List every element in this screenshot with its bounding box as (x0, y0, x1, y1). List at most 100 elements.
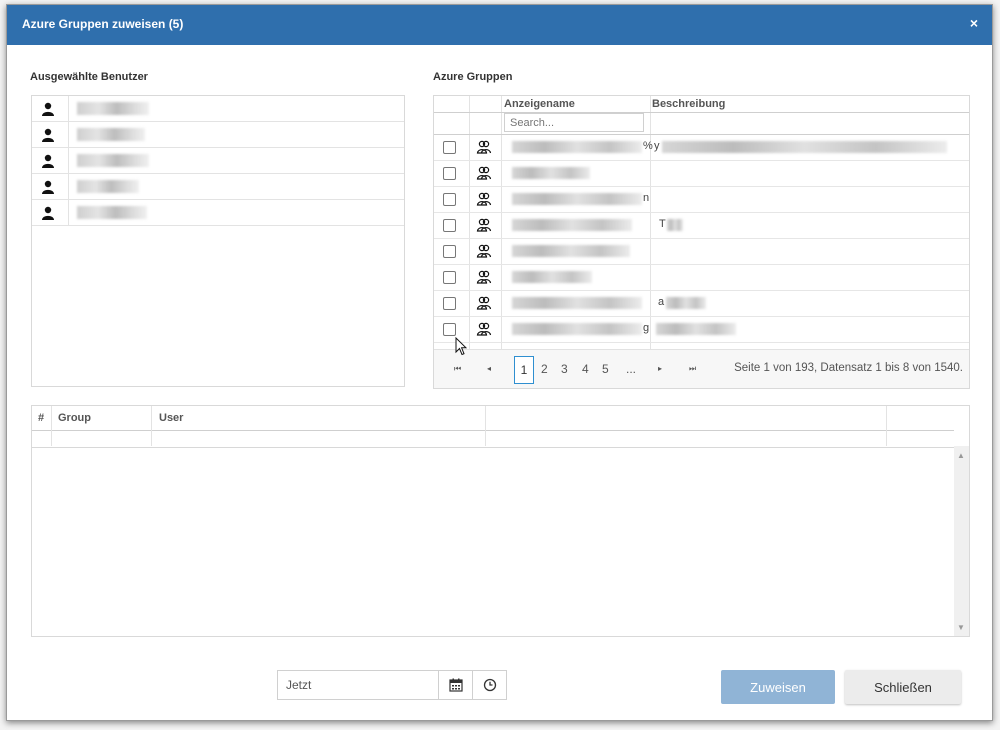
page-3-button[interactable]: 3 (561, 362, 568, 376)
list-item[interactable] (32, 148, 404, 174)
user-icon (42, 206, 54, 220)
table-row[interactable] (434, 161, 969, 187)
group-icon (476, 140, 492, 154)
previous-page-button[interactable]: ◂ (487, 364, 491, 373)
close-icon[interactable]: × (970, 15, 978, 31)
column-header-group[interactable]: Group (58, 412, 91, 424)
search-input[interactable] (504, 113, 644, 132)
group-icon (476, 218, 492, 232)
pager-info: Seite 1 von 193, Datensatz 1 bis 8 von 1… (734, 362, 963, 374)
table-row[interactable]: T (434, 213, 969, 239)
row-checkbox[interactable] (443, 323, 456, 336)
user-icon (42, 102, 54, 116)
group-icon (476, 244, 492, 258)
table-row[interactable] (434, 265, 969, 291)
group-icon (476, 296, 492, 310)
scroll-down-icon[interactable]: ▼ (957, 623, 965, 632)
table-row[interactable]: % y (434, 135, 969, 161)
group-description-redacted (667, 219, 683, 231)
row-checkbox[interactable] (443, 141, 456, 154)
description-fragment: a (658, 296, 665, 308)
list-item[interactable] (32, 122, 404, 148)
dialog-titlebar: Azure Gruppen zuweisen (5) × (7, 5, 992, 45)
grid-header: Anzeigename Beschreibung (434, 96, 969, 113)
user-name-redacted (77, 102, 149, 115)
group-icon (476, 270, 492, 284)
azure-groups-grid: Anzeigename Beschreibung % y n (433, 95, 970, 389)
grid-header: # Group User (32, 406, 954, 446)
row-checkbox[interactable] (443, 245, 456, 258)
user-name-redacted (77, 128, 145, 141)
pagination: ⏮ ◂ 1 2 3 4 5 ... ▸ ⏭ Seite 1 von 193, D… (434, 349, 969, 388)
group-icon (476, 166, 492, 180)
description-fragment: T (659, 218, 666, 230)
page-1-button[interactable]: 1 (514, 356, 534, 384)
filter-row (434, 112, 969, 135)
page-5-button[interactable]: 5 (602, 362, 609, 376)
selected-users-label: Ausgewählte Benutzer (30, 71, 148, 83)
group-description-redacted (666, 297, 706, 309)
group-description-redacted (656, 323, 736, 335)
user-icon (42, 154, 54, 168)
scroll-up-icon[interactable]: ▲ (957, 451, 965, 460)
name-fragment: g (643, 322, 650, 334)
azure-groups-label: Azure Gruppen (433, 71, 513, 83)
row-checkbox[interactable] (443, 271, 456, 284)
assignment-grid: # Group User ▲ ▼ (31, 405, 970, 637)
clock-icon (483, 678, 497, 692)
next-page-button[interactable]: ▸ (658, 364, 662, 373)
last-page-button[interactable]: ⏭ (689, 364, 696, 374)
user-icon (42, 128, 54, 142)
row-checkbox[interactable] (443, 193, 456, 206)
list-item[interactable] (32, 200, 404, 226)
group-name-redacted (512, 323, 642, 335)
name-fragment: n (643, 192, 650, 204)
group-name-redacted (512, 193, 642, 205)
list-item[interactable] (32, 96, 404, 122)
dialog-title: Azure Gruppen zuweisen (5) (22, 17, 184, 31)
group-icon (476, 322, 492, 336)
row-checkbox[interactable] (443, 167, 456, 180)
table-row[interactable]: a (434, 291, 969, 317)
calendar-icon (449, 678, 463, 692)
group-name-redacted (512, 141, 642, 153)
group-name-redacted (512, 271, 592, 283)
time-button[interactable] (472, 671, 506, 699)
column-header-description[interactable]: Beschreibung (652, 98, 725, 110)
page-4-button[interactable]: 4 (582, 362, 589, 376)
table-row[interactable]: g (434, 317, 969, 343)
assign-button[interactable]: Zuweisen (721, 670, 835, 704)
calendar-button[interactable] (438, 671, 472, 699)
table-row[interactable] (434, 239, 969, 265)
group-name-redacted (512, 167, 590, 179)
row-checkbox[interactable] (443, 219, 456, 232)
mouse-cursor-icon (455, 337, 467, 356)
group-icon (476, 192, 492, 206)
group-description-redacted (662, 141, 947, 153)
page-2-button[interactable]: 2 (541, 362, 548, 376)
vertical-scrollbar[interactable]: ▲ ▼ (954, 446, 969, 636)
filter-row (32, 431, 954, 448)
user-name-redacted (77, 180, 139, 193)
first-page-button[interactable]: ⏮ (454, 364, 461, 374)
column-header-user[interactable]: User (159, 412, 183, 424)
name-fragment: % (643, 140, 653, 152)
datetime-picker (277, 670, 507, 700)
close-button[interactable]: Schließen (845, 670, 961, 704)
table-row[interactable]: n (434, 187, 969, 213)
row-checkbox[interactable] (443, 297, 456, 310)
more-pages-button[interactable]: ... (626, 362, 636, 376)
column-header-number[interactable]: # (38, 412, 44, 424)
group-name-redacted (512, 245, 630, 257)
group-name-redacted (512, 297, 642, 309)
list-item[interactable] (32, 174, 404, 200)
assign-azure-groups-dialog: Azure Gruppen zuweisen (5) × Ausgewählte… (6, 4, 993, 721)
user-name-redacted (77, 206, 147, 219)
selected-users-list (31, 95, 405, 387)
user-name-redacted (77, 154, 149, 167)
user-icon (42, 180, 54, 194)
datetime-input[interactable] (278, 671, 454, 699)
group-name-redacted (512, 219, 632, 231)
description-fragment: y (654, 140, 660, 152)
column-header-display-name[interactable]: Anzeigename (504, 98, 575, 110)
